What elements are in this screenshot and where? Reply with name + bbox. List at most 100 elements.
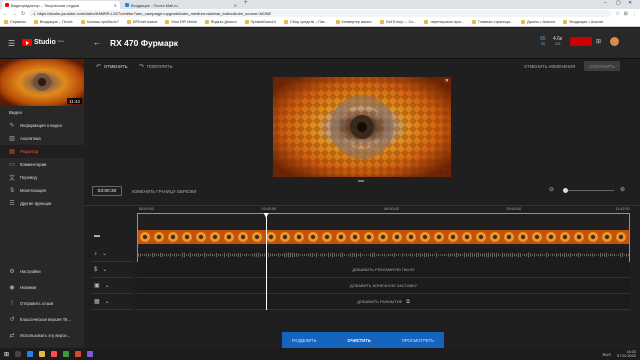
add-endscreen-button[interactable]: ДОБАВИТЬ КОНЕЧНУЮ ЗАСТАВКУ <box>137 278 630 294</box>
redo-button[interactable]: ↷ ПОВТОРИТЬ <box>139 63 173 70</box>
apps-grid-icon[interactable]: ⊞ <box>596 38 601 45</box>
ads-track-header: $ ⌄ <box>90 262 134 278</box>
save-button[interactable]: СОХРАНИТЬ <box>584 61 620 71</box>
bookmark-item[interactable]: DPDnet новое <box>126 20 157 24</box>
zoom-out-icon[interactable]: ⊖ <box>549 186 554 193</box>
url-field[interactable]: 🔒︎ https://studio.youtube.com/video/K8MR… <box>29 10 612 17</box>
video-preview[interactable]: ✕ <box>273 77 451 177</box>
close-tab-icon[interactable]: ✕ <box>114 3 117 8</box>
sidebar-bottom-item-4[interactable]: ⇄ Использовать эту верси... <box>0 329 84 342</box>
zoom-slider[interactable] <box>563 188 614 193</box>
sidebar-item-4[interactable]: 文 Перевод <box>0 171 84 184</box>
chevron-down-icon[interactable]: ⌄ <box>102 250 107 257</box>
bookmark-label: Входящие • Аналит <box>569 20 604 24</box>
discard-changes-button[interactable]: ОТМЕНИТЬ ИЗМЕНЕНИЯ <box>524 64 575 69</box>
menu-dots-icon[interactable]: ⋮ <box>632 11 637 17</box>
zoom-in-icon[interactable]: ⊕ <box>620 186 625 193</box>
stat-realtime: 95 34 <box>540 37 546 47</box>
chevron-down-icon[interactable]: ⌄ <box>102 266 107 273</box>
sidebar-item-1[interactable]: ▥ Аналитика <box>0 132 84 145</box>
back-arrow-icon[interactable]: ← <box>3 11 8 17</box>
search-icon[interactable] <box>15 351 22 357</box>
trim-button[interactable]: ИЗМЕНИТЬ ГРАНИЦУ ОБРЕЗКИ <box>132 189 196 194</box>
chevron-down-icon[interactable]: ⌄ <box>105 298 110 305</box>
clock[interactable]: 16:33 07.02.2020 <box>617 350 636 359</box>
star-icon[interactable]: ☆ <box>615 11 619 17</box>
preview-button[interactable]: ПРОСМОТРЕТЬ <box>402 338 434 343</box>
edge-icon[interactable] <box>27 351 34 357</box>
extensions-icon[interactable]: ⊞ <box>624 11 628 17</box>
sidebar-item-3[interactable]: ▭ Комментарии <box>0 158 84 171</box>
playhead[interactable] <box>263 213 269 310</box>
clear-button[interactable]: ОЧИСТИТЬ <box>348 338 371 343</box>
opera-icon[interactable] <box>51 351 58 357</box>
sidebar-item-label: Монетизация <box>20 188 46 193</box>
app-icon[interactable] <box>87 351 94 357</box>
comment-icon: ▭ <box>9 162 15 168</box>
external-link-icon: ⧉ <box>406 298 410 305</box>
sidebar-item-2[interactable]: ▤ Редактор <box>0 145 84 158</box>
sidebar-item-6[interactable]: ☰ Другие функции <box>0 197 84 210</box>
close-window-icon[interactable]: ✕ <box>628 0 632 6</box>
bookmark-item[interactable]: Яндекс.Деньги <box>204 20 237 24</box>
bookmark-item[interactable]: Get Emoji — Co... <box>379 20 417 24</box>
create-video-button[interactable] <box>570 37 592 46</box>
audio-track[interactable] <box>138 248 629 262</box>
undo-button[interactable]: ↶ ОТМЕНИТЬ <box>96 63 127 70</box>
chevron-down-icon[interactable]: ⌄ <box>105 282 110 289</box>
bookmark-label: Яндекс.Деньги <box>210 20 237 24</box>
windows-start-icon[interactable]: ⊞ <box>4 351 9 358</box>
timeline-ruler[interactable]: 00:00:00 03:00:00 06:00:00 09:00:00 11:42:01 <box>84 205 640 213</box>
bookmark-item[interactable]: Джоны • Аналит <box>521 20 555 24</box>
bookmark-item[interactable]: ПриватБанк24 <box>244 20 276 24</box>
language-indicator[interactable]: RUS <box>603 352 611 357</box>
sidebar-bottom-item-2[interactable]: ! Отправить отзыв <box>0 297 84 310</box>
split-button[interactable]: РАЗДЕЛИТЬ <box>292 338 316 343</box>
browser-tab-mail[interactable]: Входящие - Почта Mail.ru ✕ <box>122 1 240 9</box>
bookmark-item[interactable]: партнерская прог... <box>424 20 464 24</box>
back-arrow-icon[interactable]: ← <box>93 38 101 47</box>
video-track[interactable] <box>138 230 629 244</box>
avatar[interactable] <box>610 37 619 46</box>
add-ad-break-button[interactable]: ДОБАВИТЬ РЕКЛАМНУЮ ПАУЗУ <box>137 262 630 278</box>
sidebar-bottom-item-1[interactable]: ◉ Новинки <box>0 281 84 294</box>
current-time-field[interactable]: 03:00:30 <box>92 186 122 196</box>
classic-icon: ↺ <box>9 317 15 323</box>
blur-label: ДОБАВИТЬ РАЗМЫТИЕ <box>357 299 403 304</box>
reload-icon[interactable]: ↻ <box>21 11 25 17</box>
hamburger-menu-icon[interactable]: ☰ <box>8 39 15 48</box>
bookmark-item[interactable]: Хочешь прибыль? <box>80 20 119 24</box>
video-thumbnail[interactable]: 11:42 <box>0 59 84 106</box>
studio-logo[interactable]: Studio beta <box>22 39 64 46</box>
new-tab-icon[interactable]: + <box>244 0 248 6</box>
forward-arrow-icon[interactable]: → <box>12 11 17 17</box>
maximize-icon[interactable]: ▢ <box>616 0 621 6</box>
bookmark-item[interactable]: Моя DPI Metal <box>165 20 197 24</box>
bookmark-item[interactable]: Входящие • Аналит <box>563 20 604 24</box>
minimize-icon[interactable]: – <box>604 0 607 6</box>
add-blur-button[interactable]: ДОБАВИТЬ РАЗМЫТИЕ ⧉ <box>137 294 630 310</box>
bookmark-item[interactable]: Конвертер валют <box>335 20 372 24</box>
preview-close-icon[interactable]: ✕ <box>445 78 449 84</box>
resize-handle-icon[interactable] <box>358 180 364 182</box>
sidebar-item-label: Использовать эту верси... <box>20 333 71 338</box>
bookmark-item[interactable]: Главная страница... <box>471 20 513 24</box>
bookmark-icon <box>563 20 568 24</box>
undo-label: ОТМЕНИТЬ <box>104 64 128 69</box>
folder-icon[interactable] <box>39 351 46 357</box>
zoom-slider-thumb[interactable] <box>563 188 568 193</box>
sidebar-item-0[interactable]: ✎ Информация о видео <box>0 119 84 132</box>
bookmark-item[interactable]: Сбор средств – Пат... <box>283 20 328 24</box>
bookmark-item[interactable]: Входящие – Почта <box>33 20 73 24</box>
chrome-icon[interactable] <box>63 351 70 357</box>
app-icon[interactable] <box>75 351 82 357</box>
bookmark-icon <box>379 20 384 24</box>
browser-tab-studio[interactable]: Видеоредактор – Творческая студия ✕ <box>2 1 120 9</box>
sidebar-bottom-item-3[interactable]: ↺ Классическая версия Тв... <box>0 313 84 326</box>
sidebar-bottom-item-0[interactable]: ⚙ Настройки <box>0 265 84 278</box>
bookmark-item[interactable]: Сервисы <box>4 20 26 24</box>
sidebar-item-5[interactable]: $ Монетизация <box>0 184 84 197</box>
bookmark-label: Get Emoji — Co... <box>385 20 417 24</box>
video-camera-icon: ▬ <box>94 233 100 239</box>
close-tab-icon[interactable]: ✕ <box>234 3 237 8</box>
